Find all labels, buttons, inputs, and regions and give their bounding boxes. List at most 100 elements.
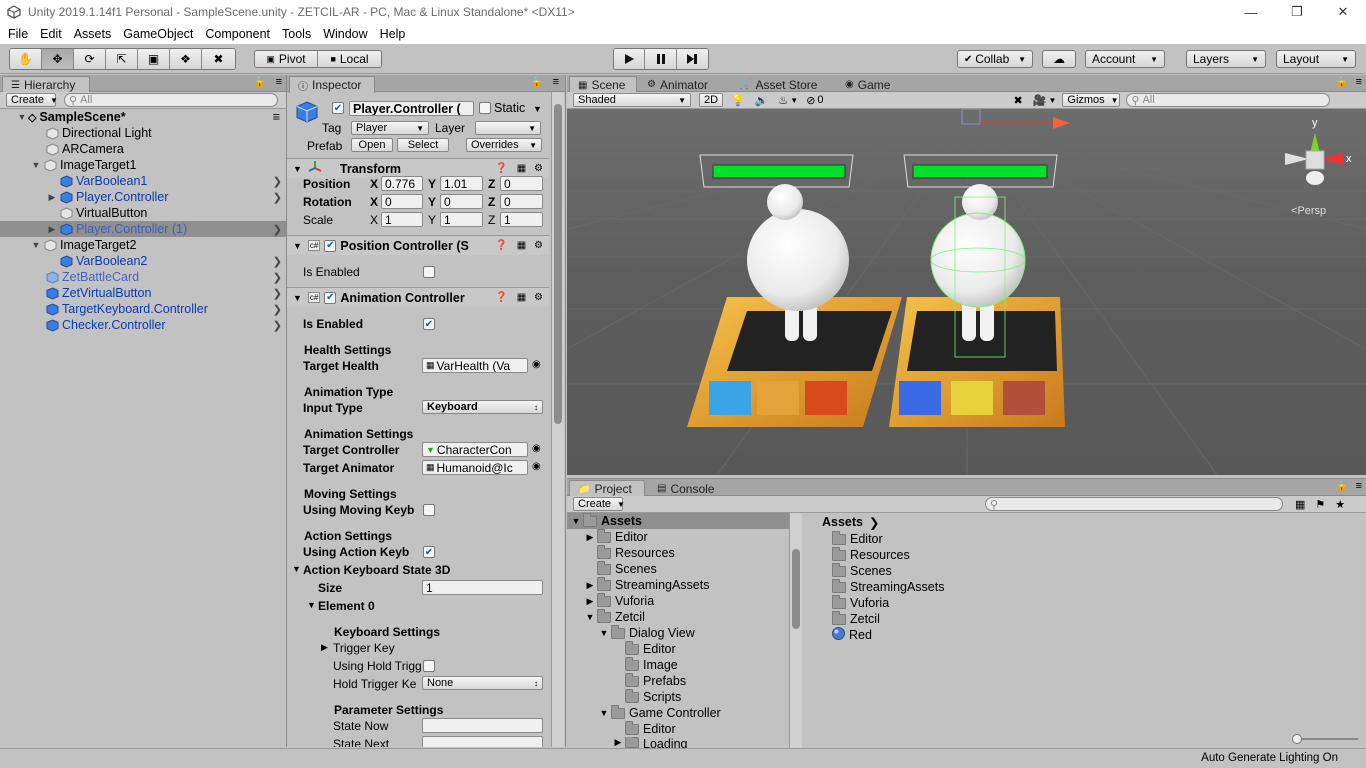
cloud-button[interactable]: ☁ xyxy=(1042,50,1076,68)
expand-arrow-icon[interactable]: ▶ xyxy=(46,192,58,203)
hierarchy-item[interactable]: TargetKeyboard.Controller ❯ xyxy=(0,301,286,317)
is-enabled-checkbox[interactable]: ✔ xyxy=(423,318,435,330)
expand-arrow-icon[interactable]: ▼ xyxy=(597,628,611,638)
state-next-input[interactable] xyxy=(422,736,543,747)
hand-tool-icon[interactable]: ✋ xyxy=(10,49,42,69)
scale-y-input[interactable]: 1 xyxy=(440,212,483,227)
tools-icon[interactable]: ✖ xyxy=(1014,94,1023,107)
persp-label[interactable]: <Persp xyxy=(1291,205,1326,217)
tree-item[interactable]: Editor xyxy=(625,640,676,657)
filter-type-icon[interactable]: ▦ xyxy=(1295,498,1305,511)
tree-item[interactable]: Image xyxy=(625,656,678,673)
tree-item[interactable]: ▼ Zetcil xyxy=(583,608,645,625)
hierarchy-search-input[interactable]: ⚲ All xyxy=(64,93,278,107)
expand-arrow-icon[interactable]: ▶ xyxy=(583,596,597,607)
asset-item[interactable]: Red xyxy=(832,627,872,643)
active-checkbox[interactable]: ✔ xyxy=(332,102,344,114)
preset-icon[interactable]: ▦ xyxy=(515,291,528,304)
layer-dropdown[interactable]: ▼ xyxy=(475,121,541,135)
hierarchy-item[interactable]: ZetBattleCard ❯ xyxy=(0,269,286,285)
rotate-tool-icon[interactable]: ⟳ xyxy=(74,49,106,69)
scrollbar-thumb[interactable] xyxy=(792,549,800,629)
gear-icon[interactable]: ⚙ xyxy=(532,162,545,175)
lock-icon[interactable]: 🔒 xyxy=(254,77,266,88)
tab-console[interactable]: ▤ Console xyxy=(649,480,722,497)
hierarchy-item[interactable]: VarBoolean1 ❯ xyxy=(0,173,286,189)
object-picker-icon[interactable]: ◉ xyxy=(532,443,541,454)
hold-trigger-dropdown[interactable]: None ↕ xyxy=(422,676,543,690)
icon-size-slider[interactable] xyxy=(1292,734,1358,744)
state-now-input[interactable] xyxy=(422,718,543,733)
hierarchy-item[interactable]: ▶ Player.Controller ❯ xyxy=(0,189,286,205)
expand-arrow-icon[interactable]: ▶ xyxy=(583,532,597,543)
expand-arrow-icon[interactable]: ▼ xyxy=(307,600,316,610)
project-search-input[interactable]: ⚲ xyxy=(985,497,1283,511)
component-enabled-checkbox[interactable]: ✔ xyxy=(324,239,337,252)
target-health-field[interactable]: ▦ VarHealth (Va xyxy=(422,358,528,373)
expand-arrow-icon[interactable]: ▼ xyxy=(597,708,611,718)
scene-row[interactable]: ▼ ◇ SampleScene* ≡ xyxy=(0,109,286,125)
restore-button[interactable]: ❐ xyxy=(1274,0,1320,24)
scene-menu-icon[interactable]: ≡ xyxy=(273,110,280,124)
tab-hierarchy[interactable]: ☰ Hierarchy xyxy=(2,76,90,93)
menu-edit[interactable]: Edit xyxy=(34,27,68,41)
help-icon[interactable]: ❓ xyxy=(495,291,508,304)
close-button[interactable]: ✕ xyxy=(1320,0,1366,24)
project-create-dropdown[interactable]: Create ▼ xyxy=(573,497,625,511)
layers-dropdown[interactable]: Layers ▼ xyxy=(1186,50,1266,68)
tab-scene[interactable]: ▦ Scene xyxy=(569,76,637,93)
prefab-overrides-dropdown[interactable]: Overrides ▼ xyxy=(466,138,542,152)
tab-asset-store[interactable]: 🛒 Asset Store xyxy=(731,76,825,93)
input-type-dropdown[interactable]: Keyboard ↕ xyxy=(422,400,543,414)
shading-dropdown[interactable]: Shaded ▼ xyxy=(573,93,691,107)
tree-item[interactable]: ▶ StreamingAssets xyxy=(583,576,709,593)
custom-tool-icon[interactable]: ✖ xyxy=(202,49,235,69)
expand-arrow-icon[interactable]: ▶ xyxy=(321,642,328,653)
tree-item[interactable]: Scripts xyxy=(625,688,681,705)
menu-help[interactable]: Help xyxy=(374,27,412,41)
asset-item[interactable]: Vuforia xyxy=(832,594,889,611)
expand-arrow-icon[interactable]: ▼ xyxy=(16,112,28,122)
caret-down-icon[interactable]: ▼ xyxy=(533,104,542,114)
hierarchy-item[interactable]: VirtualButton xyxy=(0,205,286,221)
gizmos-dropdown[interactable]: Gizmos ▼ xyxy=(1062,93,1121,107)
effects-icon[interactable]: ♨ xyxy=(778,94,788,107)
object-picker-icon[interactable]: ◉ xyxy=(532,461,541,472)
lock-icon[interactable]: 🔒 xyxy=(1336,77,1348,88)
tab-project[interactable]: 📁 Project xyxy=(569,480,645,497)
expand-arrow-icon[interactable]: ▼ xyxy=(569,516,583,526)
expand-arrow-icon[interactable]: ▶ xyxy=(611,737,625,748)
play-icon[interactable] xyxy=(614,49,646,69)
position-y-input[interactable]: 1.01 xyxy=(440,176,483,191)
inspector-scrollbar[interactable] xyxy=(551,92,564,747)
breadcrumb[interactable]: Assets ❯ xyxy=(822,514,879,530)
local-button[interactable]: ■ Local xyxy=(318,51,381,67)
tree-item[interactable]: ▶ Vuforia xyxy=(583,592,654,609)
pause-icon[interactable] xyxy=(645,49,677,69)
hierarchy-item[interactable]: ZetVirtualButton ❯ xyxy=(0,285,286,301)
transform-component-header[interactable]: ▼ Transform ❓ ▦ ⚙ xyxy=(287,158,549,178)
tab-animator[interactable]: ⚙ Animator xyxy=(639,76,716,93)
caret-down-icon[interactable]: ▼ xyxy=(1048,96,1056,105)
menu-assets[interactable]: Assets xyxy=(68,27,118,41)
rotation-y-input[interactable]: 0 xyxy=(440,194,483,209)
panel-menu-icon[interactable]: ≡ xyxy=(553,76,559,88)
slider-handle[interactable] xyxy=(1292,734,1302,744)
gear-icon[interactable]: ⚙ xyxy=(532,291,545,304)
layout-dropdown[interactable]: Layout ▼ xyxy=(1276,50,1356,68)
position-x-input[interactable]: 0.776 xyxy=(381,176,423,191)
audio-icon[interactable]: 🔊 xyxy=(755,94,769,107)
lighting-icon[interactable]: 💡 xyxy=(731,94,745,107)
help-icon[interactable]: ❓ xyxy=(495,239,508,252)
chevron-right-icon[interactable]: ❯ xyxy=(273,319,282,332)
chevron-right-icon[interactable]: ❯ xyxy=(273,175,282,188)
scale-z-input[interactable]: 1 xyxy=(500,212,543,227)
expand-arrow-icon[interactable]: ▼ xyxy=(292,564,301,574)
tab-game[interactable]: ◉ Game xyxy=(837,76,898,93)
target-animator-field[interactable]: ▦ Humanoid@Ic xyxy=(422,460,528,475)
account-dropdown[interactable]: Account ▼ xyxy=(1085,50,1165,68)
hierarchy-item[interactable]: VarBoolean2 ❯ xyxy=(0,253,286,269)
tree-item[interactable]: ▼ Dialog View xyxy=(597,624,695,641)
chevron-right-icon[interactable]: ❯ xyxy=(273,303,282,316)
expand-arrow-icon[interactable]: ▼ xyxy=(293,164,302,174)
